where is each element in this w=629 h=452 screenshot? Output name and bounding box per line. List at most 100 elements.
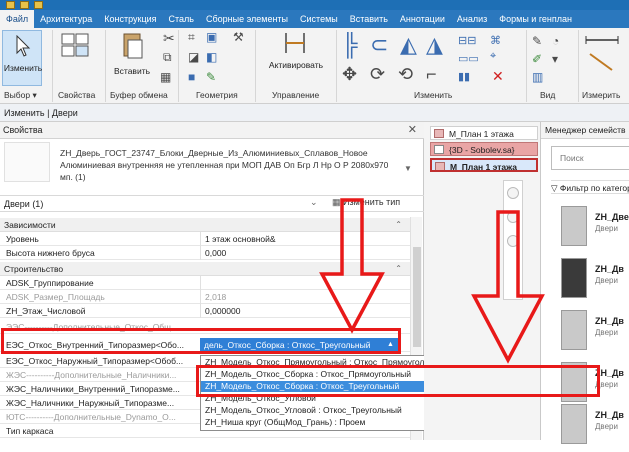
- cursor-icon: [16, 35, 31, 57]
- annotation-arrow: [319, 198, 385, 334]
- door-thumbnail-icon: [561, 258, 587, 298]
- tab-systems[interactable]: Системы: [294, 10, 344, 28]
- group-measure: Измерить: [582, 90, 621, 100]
- family-item-name: ZH_Две: [595, 212, 629, 222]
- view-section-icon[interactable]: ▥: [532, 70, 543, 84]
- paint-icon[interactable]: ■: [188, 70, 195, 84]
- unpin-icon[interactable]: ⌖: [490, 50, 496, 63]
- tab-architecture[interactable]: Архитектура: [34, 10, 98, 28]
- property-name: Тип каркаса: [6, 426, 54, 436]
- mirror-draw-icon[interactable]: ◮: [426, 32, 443, 58]
- family-item-category: Двери: [595, 328, 618, 337]
- property-name: Высота нижнего бруса: [6, 248, 95, 258]
- view-tab-label: М_План 1 этажа: [450, 162, 517, 172]
- type-selector[interactable]: ZH_Дверь_ГОСТ_23747_Блоки_Дверные_Из_Алю…: [60, 147, 400, 183]
- tab-annotate[interactable]: Аннотации: [394, 10, 451, 28]
- door-thumbnail-icon: [561, 310, 587, 350]
- view-tab-3d[interactable]: {3D - Sobolev.sa}: [430, 142, 538, 156]
- column-divider: [200, 304, 201, 318]
- group-dependencies-label: Зависимости: [4, 220, 56, 230]
- split-element-icon[interactable]: ⊟⊟: [458, 34, 476, 47]
- family-item-name: ZH_Дв: [595, 264, 624, 274]
- family-item[interactable]: ZH_Дв Двери: [561, 306, 629, 358]
- property-name: ЖЭС----------Дополнительные_Наличники...: [6, 370, 177, 380]
- scale-icon[interactable]: ▮▮: [458, 70, 470, 83]
- group-clipboard: Буфер обмена: [110, 90, 168, 100]
- family-item-category: Двери: [595, 276, 618, 285]
- chevron-down-icon[interactable]: ▼: [404, 164, 412, 173]
- property-name: ЖЭС_Наличники_Наружный_Типоразме...: [6, 398, 175, 408]
- view-tab-plan[interactable]: М_План 1 этажа: [430, 126, 538, 140]
- steering-wheel-icon[interactable]: [507, 187, 519, 199]
- collapse-icon[interactable]: ⌃: [395, 218, 402, 232]
- offset-icon[interactable]: ⊂: [370, 32, 388, 58]
- type-properties-icon[interactable]: [60, 32, 90, 58]
- group-geometry: Геометрия: [196, 90, 238, 100]
- tab-massing-site[interactable]: Формы и генплан: [493, 10, 578, 28]
- view-tab-plan-active[interactable]: М_План 1 этажа: [430, 158, 538, 172]
- close-icon[interactable]: ✕: [408, 122, 417, 139]
- group-construction-label: Строительство: [4, 264, 64, 274]
- ribbon-group-labels: Выбор ▾ Свойства Буфер обмена Геометрия …: [0, 88, 629, 103]
- tab-analyze[interactable]: Анализ: [451, 10, 493, 28]
- join-icon[interactable]: ⌗: [188, 30, 195, 45]
- activate-button[interactable]: Активировать: [260, 60, 332, 70]
- align-icon[interactable]: ╠: [342, 32, 358, 58]
- collapse-icon[interactable]: ⌃: [395, 262, 402, 276]
- tab-insert[interactable]: Вставить: [344, 10, 394, 28]
- open-icon[interactable]: [6, 1, 15, 9]
- activate-dimensions-icon[interactable]: [282, 30, 308, 56]
- view-tab-label: М_План 1 этажа: [449, 129, 514, 139]
- column-divider: [200, 290, 201, 304]
- family-item[interactable]: ZH_Дв Двери: [561, 254, 629, 306]
- modify-label: Изменить: [3, 63, 43, 73]
- mirror-axis-icon[interactable]: ◭: [400, 32, 417, 58]
- wall-joins-icon[interactable]: ✎: [206, 70, 216, 84]
- modify-button[interactable]: Изменить: [2, 30, 42, 86]
- cut-icon[interactable]: ✂: [163, 30, 175, 47]
- delete-icon[interactable]: ✕: [492, 68, 504, 85]
- paste-icon[interactable]: [122, 30, 144, 60]
- match-icon[interactable]: ▦: [160, 70, 171, 84]
- override-icon[interactable]: ✎: [532, 34, 542, 48]
- tab-steel[interactable]: Сталь: [163, 10, 200, 28]
- plan-view-icon: [435, 162, 445, 170]
- split-face-icon[interactable]: ◧: [206, 50, 217, 64]
- measure-icon[interactable]: [582, 34, 622, 74]
- property-name: ADSK_Размер_Площадь: [6, 292, 105, 302]
- door-thumbnail-icon: [561, 206, 587, 246]
- hide-icon[interactable]: ◔: [552, 34, 559, 48]
- cut-geometry-icon[interactable]: ◪: [188, 50, 199, 64]
- paste-button[interactable]: Вставить: [112, 66, 152, 76]
- rotate-icon[interactable]: ⟲: [398, 64, 413, 85]
- trim-icon[interactable]: ⌐: [426, 64, 437, 85]
- family-item[interactable]: ZH_Дв Двери: [561, 400, 629, 452]
- save-icon[interactable]: [20, 1, 29, 9]
- tab-precast[interactable]: Сборные элементы: [200, 10, 294, 28]
- sync-icon[interactable]: [34, 1, 43, 9]
- tab-file[interactable]: Файл: [0, 10, 35, 28]
- family-manager-title: Менеджер семейств: [541, 122, 629, 139]
- plan-view-icon: [434, 129, 444, 138]
- tab-structure[interactable]: Конструкция: [98, 10, 162, 28]
- scrollbar-thumb[interactable]: [413, 247, 421, 347]
- group-select[interactable]: Выбор ▾: [4, 90, 37, 101]
- view-tab-label: {3D - Sobolev.sa}: [449, 145, 515, 155]
- category-filter[interactable]: ▽ Фильтр по категориям: [551, 180, 629, 194]
- group-properties: Свойства: [58, 90, 96, 100]
- chevron-down-icon[interactable]: ⌄: [310, 197, 318, 208]
- pin-icon[interactable]: ⌘: [490, 34, 501, 47]
- annotation-frame: [196, 365, 600, 397]
- copy-icon[interactable]: ⧉: [163, 50, 172, 65]
- family-search-input[interactable]: Поиск: [551, 146, 629, 170]
- move-icon[interactable]: ✥: [342, 64, 357, 85]
- array-icon[interactable]: ▭▭: [458, 52, 479, 65]
- property-name: ЕЭС_Откос_Наружный_Типоразмер<Обоб...: [6, 356, 184, 366]
- linework-icon[interactable]: ▾: [552, 52, 558, 66]
- family-item[interactable]: ZH_Две Двери: [561, 202, 629, 254]
- copy-element-icon[interactable]: ⟳: [370, 64, 385, 85]
- view-brush-icon[interactable]: ✐: [532, 52, 542, 66]
- column-divider: [200, 232, 201, 246]
- cope-icon[interactable]: ▣: [206, 30, 217, 44]
- demolish-icon[interactable]: ⚒: [233, 30, 244, 44]
